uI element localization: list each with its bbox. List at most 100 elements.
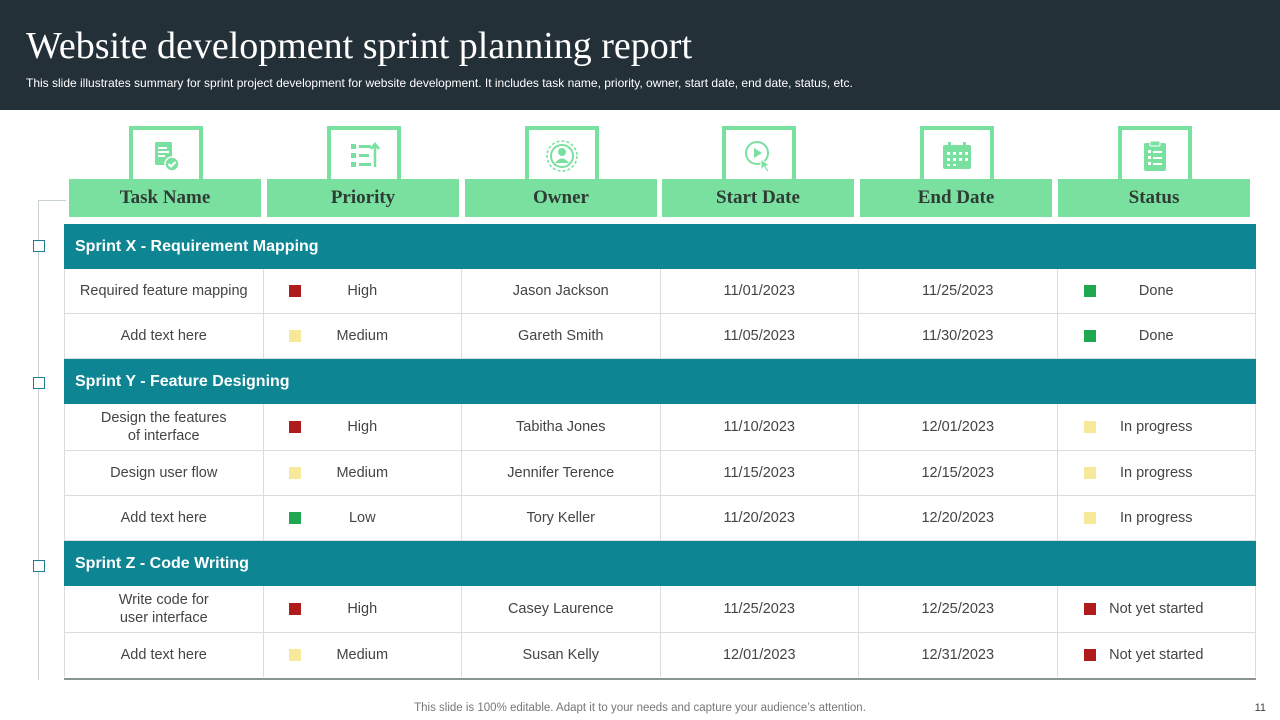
column-label: Start Date <box>662 179 854 217</box>
task-cell: Add text here <box>65 496 264 540</box>
footer-note: This slide is 100% editable. Adapt it to… <box>414 702 866 714</box>
priority-medium-indicator <box>288 330 301 342</box>
sprint-header: Sprint Y - Feature Designing <box>64 359 1256 404</box>
list-priority-icon <box>327 126 401 182</box>
status-cell: Done <box>1058 314 1256 358</box>
end-date-cell: 12/01/2023 <box>859 404 1058 450</box>
sprint-table: Sprint X - Requirement Mapping Required … <box>64 224 1256 677</box>
priority-medium-indicator <box>288 467 301 479</box>
column-label: Priority <box>267 179 459 217</box>
column-header-priority: Priority <box>267 126 459 218</box>
priority-text: Medium <box>336 328 389 344</box>
priority-cell: Medium <box>264 314 462 358</box>
owner-cell: Susan Kelly <box>462 633 661 677</box>
clipboard-checklist-icon <box>1118 126 1192 182</box>
status-text: Not yet started <box>1109 647 1204 663</box>
priority-cell: High <box>264 269 462 313</box>
status-text: Done <box>1138 283 1174 299</box>
owner-cell: Tory Keller <box>462 496 661 540</box>
sprint-x-marker <box>33 240 45 252</box>
column-header-end-date: End Date <box>860 126 1052 218</box>
status-done-indicator <box>1083 330 1096 342</box>
owner-cell: Gareth Smith <box>462 314 661 358</box>
start-date-cell: 11/25/2023 <box>661 586 859 632</box>
document-check-icon <box>129 126 203 182</box>
status-cell: Done <box>1058 269 1256 313</box>
status-cell: In progress <box>1058 451 1256 495</box>
table-row: Add text here Medium Gareth Smith 11/05/… <box>64 314 1256 359</box>
priority-high-indicator <box>288 603 301 615</box>
status-cell: Not yet started <box>1058 633 1256 677</box>
owner-cell: Jennifer Terence <box>462 451 661 495</box>
timeline-line <box>38 201 39 680</box>
status-text: In progress <box>1119 465 1193 481</box>
start-date-cell: 11/10/2023 <box>661 404 859 450</box>
task-name: Add text here <box>120 328 207 344</box>
priority-text: High <box>347 419 378 435</box>
priority-cell: Low <box>264 496 462 540</box>
sprint-header: Sprint X - Requirement Mapping <box>64 224 1256 269</box>
page-number: 11 <box>1254 702 1266 714</box>
table-row: Add text here Medium Susan Kelly 12/01/2… <box>64 633 1256 677</box>
status-not-started-indicator <box>1083 603 1096 615</box>
end-date-cell: 11/25/2023 <box>859 269 1058 313</box>
end-date-cell: 11/30/2023 <box>859 314 1058 358</box>
priority-cell: Medium <box>264 633 462 677</box>
column-label: Owner <box>465 179 657 217</box>
task-cell: Add text here <box>65 314 264 358</box>
status-in-progress-indicator <box>1083 421 1096 433</box>
owner-cell: Casey Laurence <box>462 586 661 632</box>
column-label: End Date <box>860 179 1052 217</box>
status-text: Done <box>1138 328 1174 344</box>
end-date-cell: 12/20/2023 <box>859 496 1058 540</box>
status-in-progress-indicator <box>1083 512 1096 524</box>
start-date-cell: 11/15/2023 <box>661 451 859 495</box>
priority-text: High <box>347 601 378 617</box>
task-cell: Design user flow <box>65 451 264 495</box>
priority-text: Medium <box>336 647 389 663</box>
page-title: Website development sprint planning repo… <box>26 25 693 67</box>
priority-high-indicator <box>288 285 301 297</box>
column-header-status: Status <box>1058 126 1250 218</box>
start-date-cell: 12/01/2023 <box>661 633 859 677</box>
task-name-line: Write code for <box>118 592 209 608</box>
table-row: Add text here Low Tory Keller 11/20/2023… <box>64 496 1256 541</box>
status-cell: In progress <box>1058 404 1256 450</box>
timeline-connector <box>38 200 66 201</box>
sprint-y-marker <box>33 377 45 389</box>
start-date-cell: 11/01/2023 <box>661 269 859 313</box>
column-header-owner: Owner <box>465 126 657 218</box>
start-date-cell: 11/05/2023 <box>661 314 859 358</box>
table-bottom-rule <box>64 678 1256 680</box>
task-name: Required feature mapping <box>79 283 248 299</box>
task-cell: Required feature mapping <box>65 269 264 313</box>
status-done-indicator <box>1083 285 1096 297</box>
status-not-started-indicator <box>1083 649 1096 661</box>
task-name: Add text here <box>120 647 207 663</box>
task-cell: Design the features of interface <box>65 404 264 450</box>
end-date-cell: 12/25/2023 <box>859 586 1058 632</box>
start-date-cell: 11/20/2023 <box>661 496 859 540</box>
column-header-task-name: Task Name <box>69 126 261 218</box>
priority-cell: High <box>264 404 462 450</box>
column-header-start-date: Start Date <box>662 126 854 218</box>
sprint-z-marker <box>33 560 45 572</box>
priority-high-indicator <box>288 421 301 433</box>
header-bar: Website development sprint planning repo… <box>0 0 1280 110</box>
priority-text: Low <box>348 510 376 526</box>
user-icon <box>525 126 599 182</box>
task-name: Add text here <box>120 510 207 526</box>
table-row: Write code for user interface High Casey … <box>64 586 1256 633</box>
sprint-header: Sprint Z - Code Writing <box>64 541 1256 586</box>
priority-cell: Medium <box>264 451 462 495</box>
status-text: Not yet started <box>1109 601 1204 617</box>
end-date-cell: 12/15/2023 <box>859 451 1058 495</box>
end-date-cell: 12/31/2023 <box>859 633 1058 677</box>
task-name-line: of interface <box>127 428 200 444</box>
table-row: Design user flow Medium Jennifer Terence… <box>64 451 1256 496</box>
priority-cell: High <box>264 586 462 632</box>
task-name: Design user flow <box>110 465 218 481</box>
status-cell: Not yet started <box>1058 586 1256 632</box>
task-cell: Add text here <box>65 633 264 677</box>
priority-text: Medium <box>336 465 389 481</box>
